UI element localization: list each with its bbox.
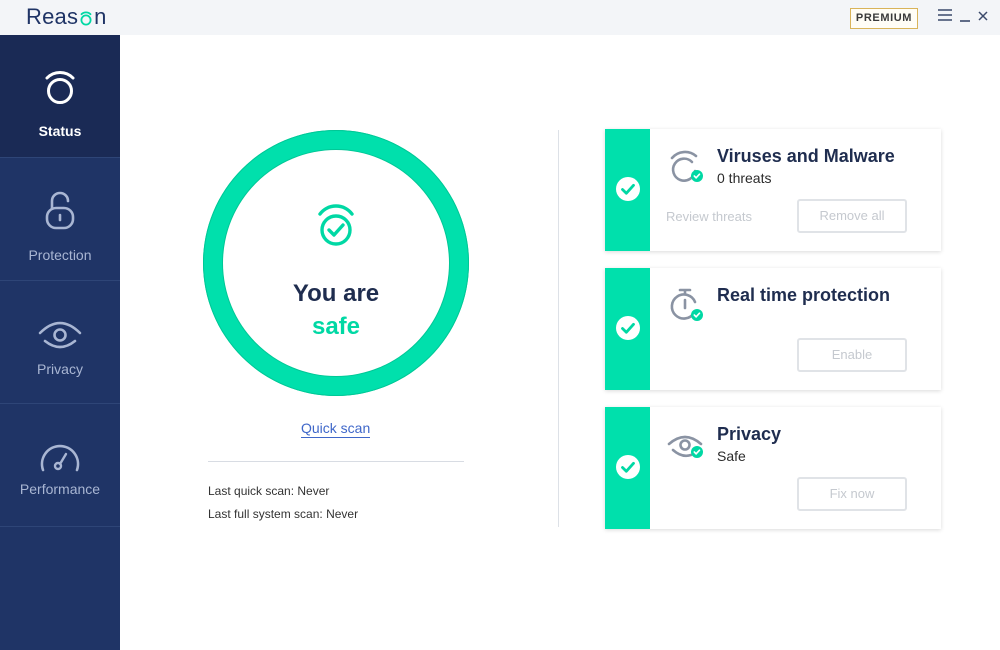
sidebar: Status Protection Privacy Performance [0,35,120,650]
gauge-icon [40,444,80,472]
close-icon[interactable] [976,7,994,25]
privacy-card: Privacy Safe Fix now [605,407,941,529]
last-full-scan: Last full system scan: Never [208,507,358,521]
lock-icon [45,191,75,230]
status-ring: You are safe [203,130,469,396]
status-value: safe [311,313,361,340]
title-bar: Reas n PREMIUM [0,0,1000,35]
card-subtitle: 0 threats [717,170,772,186]
logo-text-prefix: Reas [26,4,79,29]
sidebar-item-label: Privacy [37,361,83,377]
premium-button[interactable]: PREMIUM [850,8,918,29]
sidebar-item-label: Protection [28,247,92,263]
sidebar-item-label: Status [38,123,82,139]
shield-check-icon [318,204,354,246]
card-title: Privacy [717,424,782,444]
sidebar-item-performance[interactable]: Performance [0,404,120,527]
card-title: Viruses and Malware [717,146,895,166]
sidebar-item-label: Performance [19,481,101,497]
divider [208,461,464,462]
sidebar-item-status[interactable]: Status [0,35,120,158]
status-icon [45,71,75,104]
eye-icon [38,321,82,349]
last-full-scan-value: Never [326,507,359,521]
eye-icon [667,435,703,458]
quick-scan-link[interactable]: Quick scan [301,420,371,438]
enable-button[interactable]: Enable [797,338,907,372]
card-status-stripe [605,268,650,390]
check-circle-icon [616,455,640,479]
remove-all-button[interactable]: Remove all [797,199,907,233]
last-quick-scan-label: Last quick scan: [208,484,295,498]
sidebar-item-protection[interactable]: Protection [0,158,120,281]
viruses-card: Viruses and Malware 0 threats Review thr… [605,129,941,251]
virus-shield-icon [670,150,703,182]
fix-now-button[interactable]: Fix now [797,477,907,511]
card-status-stripe [605,407,650,529]
status-ring-center: You are safe [223,150,449,376]
sidebar-item-privacy[interactable]: Privacy [0,281,120,404]
status-heading: You are [292,280,380,307]
card-title: Real time protection [717,285,891,305]
menu-icon[interactable] [937,7,955,25]
last-quick-scan-value: Never [297,484,330,498]
stopwatch-icon [670,288,703,321]
vertical-divider [558,130,559,527]
app-logo: Reas n [26,4,107,30]
minimize-icon[interactable] [958,7,976,25]
last-quick-scan: Last quick scan: Never [208,484,329,498]
card-status-stripe [605,129,650,251]
logo-text-suffix: n [94,4,107,29]
check-circle-icon [616,316,640,340]
card-subtitle: Safe [717,448,746,464]
logo-o-icon [79,8,93,26]
review-threats-link[interactable]: Review threats [666,209,752,224]
last-full-scan-label: Last full system scan: [208,507,323,521]
realtime-protection-card: Real time protection Enable [605,268,941,390]
check-circle-icon [616,177,640,201]
